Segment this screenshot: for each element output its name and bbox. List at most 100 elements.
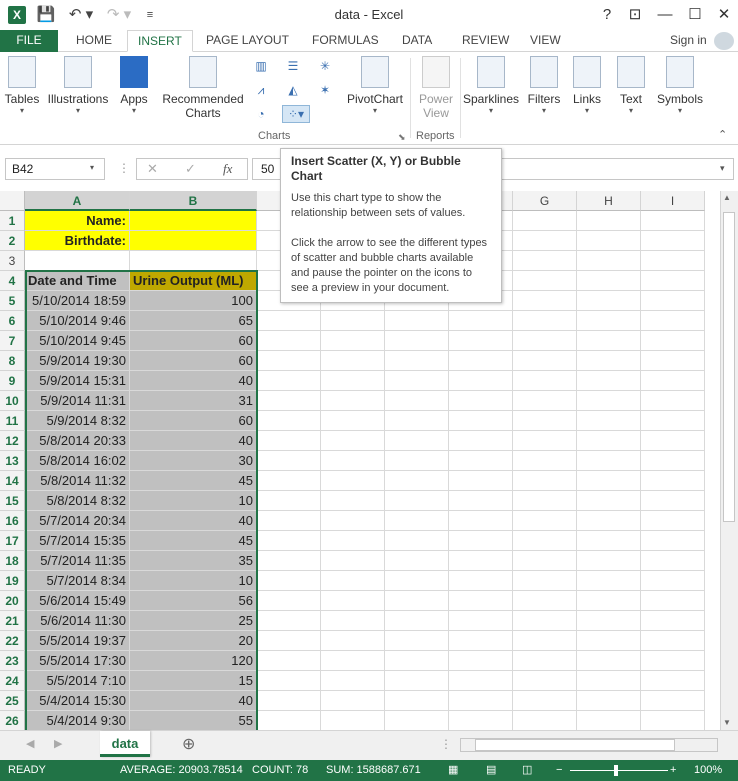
cell-date-time[interactable]: 5/8/2014 11:32 [25,471,130,491]
expand-formula-icon[interactable]: ▾ [720,163,725,174]
cell-date-time[interactable]: 5/10/2014 9:46 [25,311,130,331]
close-button[interactable]: ✕ [713,4,735,26]
illustrations-button[interactable]: Illustrations ▾ [46,56,110,115]
tab-data[interactable]: DATA [392,30,442,52]
cell[interactable] [513,391,577,411]
cell[interactable] [641,471,705,491]
cell[interactable] [385,551,449,571]
cell[interactable] [449,491,513,511]
header-urine-output[interactable]: Urine Output (ML) [130,271,257,291]
row-header[interactable]: 7 [0,331,25,351]
cell[interactable] [449,331,513,351]
cell[interactable] [641,371,705,391]
cell[interactable] [641,411,705,431]
apps-button[interactable]: Apps ▾ [116,56,152,115]
sheet-tab-data[interactable]: data [100,731,150,757]
cell-urine-output[interactable]: 120 [130,651,257,671]
cell[interactable] [641,311,705,331]
column-header-h[interactable]: H [577,191,641,211]
cell[interactable] [513,591,577,611]
cell[interactable] [449,651,513,671]
cell-date-time[interactable]: 5/9/2014 19:30 [25,351,130,371]
cell[interactable] [641,331,705,351]
cell-date-time[interactable]: 5/9/2014 8:32 [25,411,130,431]
area-chart-icon[interactable]: ◭ [282,82,304,98]
cell-urine-output[interactable]: 40 [130,511,257,531]
column-header-a[interactable]: A [25,191,130,211]
cell[interactable] [641,211,705,231]
zoom-in-icon[interactable]: + [670,760,676,781]
cell[interactable] [385,531,449,551]
sparklines-button[interactable]: Sparklines ▾ [462,56,520,115]
next-sheet-icon[interactable]: ▶ [54,737,62,750]
row-header[interactable]: 2 [0,231,25,251]
cell-date-time[interactable]: 5/5/2014 7:10 [25,671,130,691]
row-header[interactable]: 17 [0,531,25,551]
cell[interactable] [385,711,449,730]
tab-file[interactable]: FILE [0,30,58,52]
enter-icon[interactable]: ✓ [185,161,196,177]
cell[interactable] [513,611,577,631]
row-header[interactable]: 21 [0,611,25,631]
cell[interactable] [577,711,641,730]
row-header[interactable]: 8 [0,351,25,371]
cell[interactable] [449,611,513,631]
cell[interactable] [577,691,641,711]
cell-urine-output[interactable]: 55 [130,711,257,730]
horizontal-scrollbar[interactable] [460,738,718,752]
cell[interactable] [385,611,449,631]
cell[interactable] [321,691,385,711]
cell[interactable] [385,411,449,431]
zoom-level[interactable]: 100% [694,760,722,781]
cell[interactable] [641,591,705,611]
sign-in-link[interactable]: Sign in [660,30,717,52]
row-header[interactable]: 16 [0,511,25,531]
cell[interactable] [513,491,577,511]
cell[interactable] [321,651,385,671]
cell[interactable] [641,611,705,631]
cell[interactable] [513,351,577,371]
row-header[interactable]: 26 [0,711,25,730]
cell[interactable] [257,511,321,531]
cell[interactable] [641,391,705,411]
row-header[interactable]: 18 [0,551,25,571]
cell-urine-output[interactable]: 10 [130,491,257,511]
tab-insert[interactable]: INSERT [127,30,193,52]
cell[interactable] [321,371,385,391]
cell[interactable] [513,371,577,391]
cell-date-time[interactable]: 5/6/2014 11:30 [25,611,130,631]
cell[interactable] [641,431,705,451]
cell-urine-output[interactable]: 35 [130,551,257,571]
row-header[interactable]: 4 [0,271,25,291]
tab-review[interactable]: REVIEW [452,30,519,52]
power-view-button[interactable]: Power View [414,56,458,120]
cell[interactable] [321,711,385,730]
row-header[interactable]: 25 [0,691,25,711]
column-header-g[interactable]: G [513,191,577,211]
cell[interactable] [321,571,385,591]
cell[interactable] [25,251,130,271]
cell[interactable] [385,471,449,491]
cell[interactable] [449,511,513,531]
cell[interactable] [513,211,577,231]
cell[interactable] [641,231,705,251]
cell[interactable] [257,591,321,611]
cell[interactable] [385,591,449,611]
cell[interactable] [321,411,385,431]
cell[interactable] [321,451,385,471]
page-layout-view-icon[interactable]: ▤ [486,760,496,781]
cell-urine-output[interactable]: 20 [130,631,257,651]
row-header[interactable]: 14 [0,471,25,491]
cell[interactable] [321,551,385,571]
cell[interactable] [385,631,449,651]
prev-sheet-icon[interactable]: ◀ [26,737,34,750]
scroll-down-icon[interactable]: ▼ [723,718,731,727]
cell[interactable] [321,351,385,371]
tab-view[interactable]: VIEW [520,30,571,52]
cell-urine-output[interactable]: 40 [130,691,257,711]
row-header[interactable]: 1 [0,211,25,231]
cell[interactable] [321,311,385,331]
cell[interactable] [385,391,449,411]
cell[interactable] [257,691,321,711]
cell[interactable] [513,251,577,271]
